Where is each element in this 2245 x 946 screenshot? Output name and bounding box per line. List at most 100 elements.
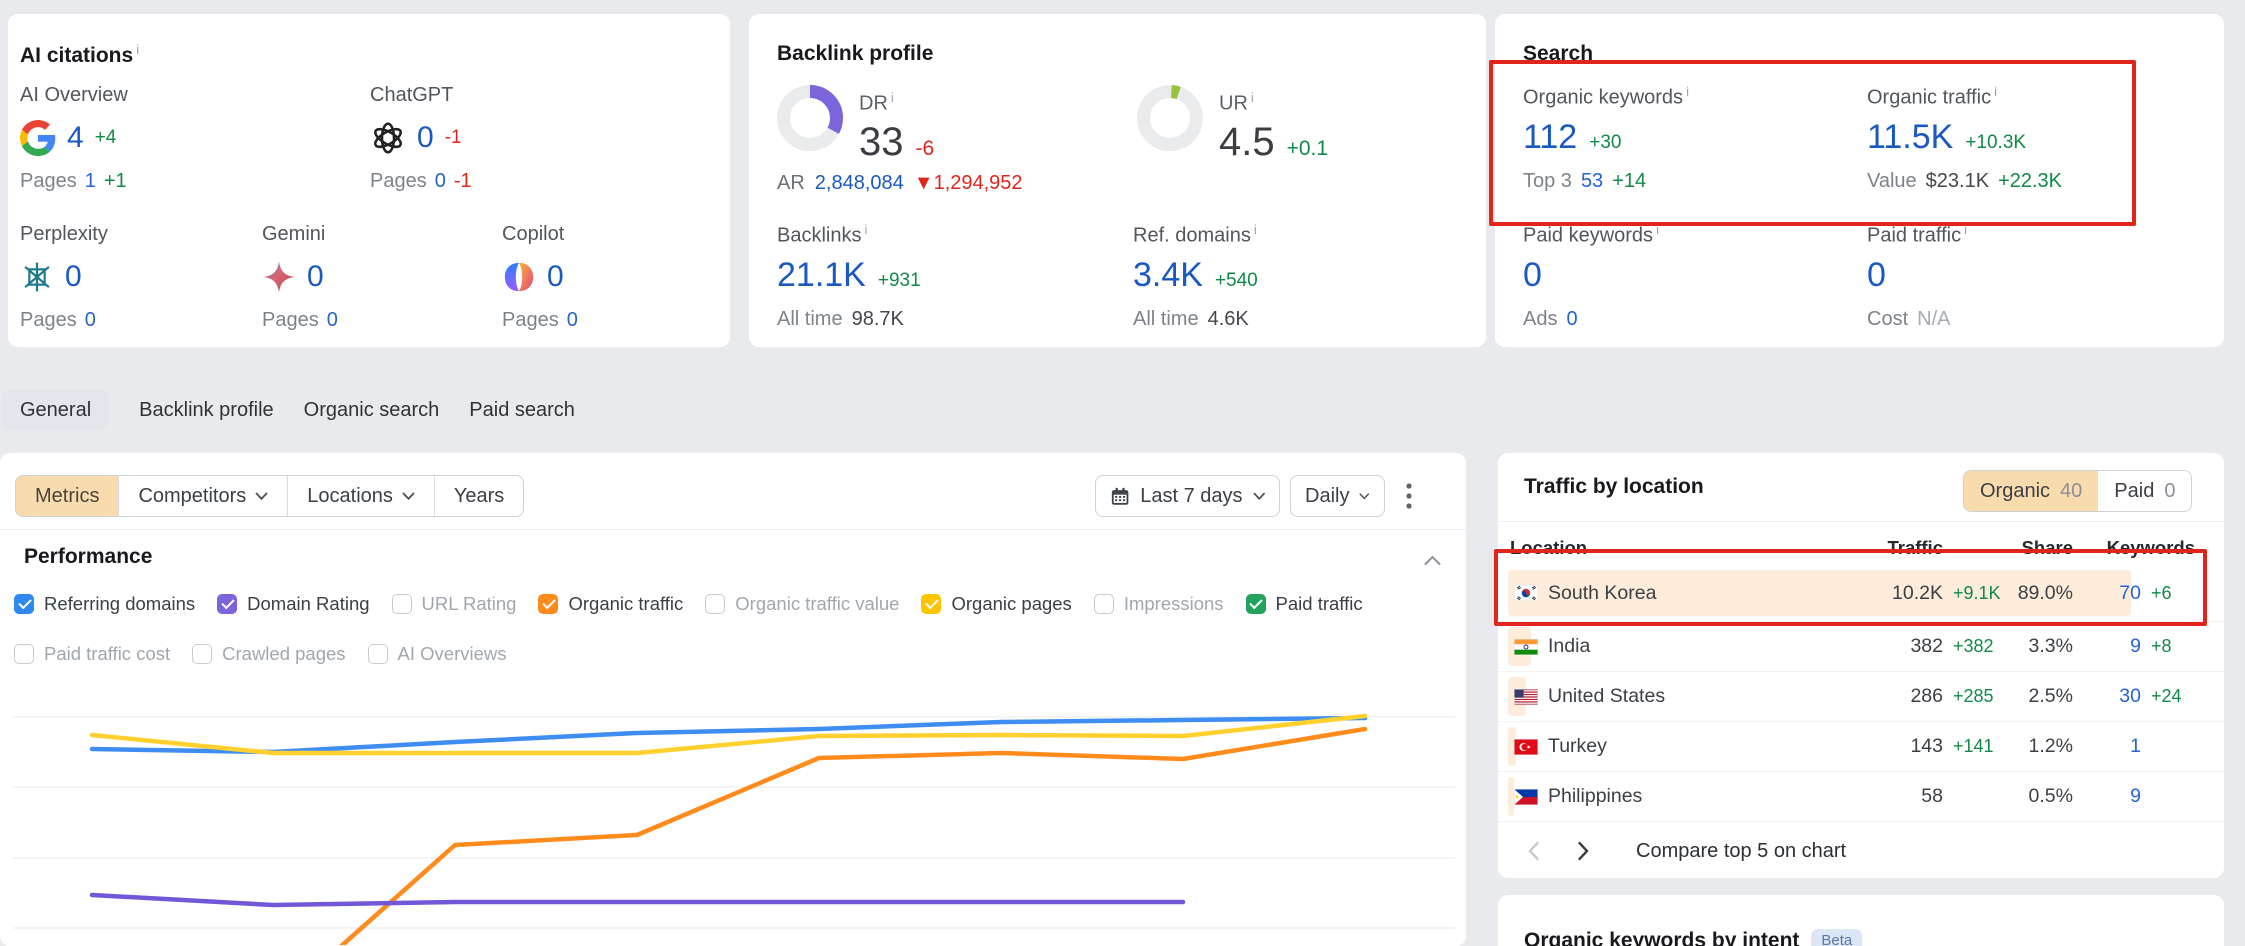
collapse-chevron-up-icon[interactable] xyxy=(1424,553,1441,571)
checkbox-icon[interactable] xyxy=(14,644,34,664)
granularity-button[interactable]: Daily xyxy=(1290,475,1385,517)
location-row-united-states[interactable]: United States286+2852.5%30+24 xyxy=(1498,672,2224,722)
traffic-value: 58 xyxy=(1883,785,1943,808)
pages-value[interactable]: 1 xyxy=(85,170,96,193)
date-range-button[interactable]: Last 7 days xyxy=(1095,475,1280,517)
metric-checkbox-domain-rating[interactable]: Domain Rating xyxy=(217,593,369,615)
performance-line-chart[interactable] xyxy=(0,681,1466,945)
location-row-turkey[interactable]: Turkey143+1411.2%1 xyxy=(1498,722,2224,772)
location-name: India xyxy=(1548,635,1590,658)
info-icon[interactable]: i xyxy=(1251,90,1254,105)
ai-overview-value[interactable]: 4 xyxy=(67,121,84,155)
pages-value[interactable]: 0 xyxy=(85,309,96,332)
tab-organic-search[interactable]: Organic search xyxy=(304,390,440,430)
metric-checkbox-organic-traffic[interactable]: Organic traffic xyxy=(538,593,683,615)
metric-checkbox-organic-traffic-value[interactable]: Organic traffic value xyxy=(705,593,899,615)
organic-traffic-value[interactable]: 11.5K xyxy=(1867,118,1953,157)
info-icon[interactable]: i xyxy=(1254,222,1257,237)
checkbox-icon[interactable] xyxy=(192,644,212,664)
metric-checkbox-row-2: Paid traffic cost Crawled pages AI Overvie… xyxy=(14,643,507,665)
pages-label: Pages xyxy=(20,309,77,332)
checkbox-icon[interactable] xyxy=(217,594,237,614)
keywords-value[interactable]: 30 xyxy=(2073,685,2141,708)
copilot-value[interactable]: 0 xyxy=(547,260,564,294)
ar-value[interactable]: 2,848,084 xyxy=(815,172,904,195)
top3-delta: +14 xyxy=(1612,170,1646,193)
info-icon[interactable]: i xyxy=(1994,84,1997,99)
keywords-by-intent-title-text: Organic keywords by intent xyxy=(1524,929,1799,946)
segment-years[interactable]: Years xyxy=(434,476,523,516)
ref-domains-value[interactable]: 3.4K xyxy=(1133,256,1203,295)
next-page-icon[interactable] xyxy=(1570,838,1596,864)
ur-delta: +0.1 xyxy=(1287,137,1328,161)
pages-value[interactable]: 0 xyxy=(327,309,338,332)
chevron-down-icon xyxy=(1253,492,1266,501)
traffic-delta: +285 xyxy=(1943,686,2005,707)
location-row-india[interactable]: India382+3823.3%9+8 xyxy=(1498,622,2224,672)
info-icon[interactable]: i xyxy=(136,42,139,57)
checkbox-icon[interactable] xyxy=(392,594,412,614)
keywords-value[interactable]: 70 xyxy=(2073,582,2141,605)
kebab-menu-icon[interactable] xyxy=(1406,483,1412,514)
segment-metrics[interactable]: Metrics xyxy=(16,476,118,516)
toggle-organic[interactable]: Organic40 xyxy=(1964,471,2098,511)
backlinks-value[interactable]: 21.1K xyxy=(777,256,866,295)
metric-checkbox-crawled-pages[interactable]: Crawled pages xyxy=(192,643,345,665)
checkbox-icon[interactable] xyxy=(14,594,34,614)
checkbox-icon[interactable] xyxy=(1246,594,1266,614)
ads-value[interactable]: 0 xyxy=(1566,308,1577,331)
dr-label: DRi xyxy=(859,90,934,116)
metric-checkbox-paid-traffic-cost[interactable]: Paid traffic cost xyxy=(14,643,170,665)
info-icon[interactable]: i xyxy=(864,222,867,237)
top3-value[interactable]: 53 xyxy=(1581,170,1603,193)
segment-label: Competitors xyxy=(138,476,246,516)
pages-value[interactable]: 0 xyxy=(435,170,446,193)
metric-checkbox-ai-overviews[interactable]: AI Overviews xyxy=(368,643,507,665)
toggle-label: Paid xyxy=(2114,480,2154,503)
keywords-value[interactable]: 9 xyxy=(2073,785,2141,808)
ai-item-copilot: Copilot 0 Pages0 xyxy=(502,223,578,332)
paid-keywords-value[interactable]: 0 xyxy=(1523,256,1542,295)
ai-item-label: ChatGPT xyxy=(370,84,472,107)
metric-checkbox-referring-domains[interactable]: Referring domains xyxy=(14,593,195,615)
tab-general[interactable]: General xyxy=(2,390,109,430)
perplexity-value[interactable]: 0 xyxy=(65,260,82,294)
backlink-profile-card: Backlink profile DRi 33-6 AR 2,848,084 ▼… xyxy=(749,14,1486,347)
location-row-south-korea[interactable]: South Korea10.2K+9.1K89.0%70+6 xyxy=(1498,565,2224,622)
compare-top5-link[interactable]: Compare top 5 on chart xyxy=(1636,840,1846,863)
toggle-paid[interactable]: Paid0 xyxy=(2098,471,2191,511)
ref-domains-delta: +540 xyxy=(1215,270,1258,292)
info-icon[interactable]: i xyxy=(1964,222,1967,237)
prev-page-icon[interactable] xyxy=(1520,838,1546,864)
checkbox-icon[interactable] xyxy=(921,594,941,614)
metric-checkbox-paid-traffic[interactable]: Paid traffic xyxy=(1246,593,1363,615)
checkbox-icon[interactable] xyxy=(368,644,388,664)
tab-backlink-profile[interactable]: Backlink profile xyxy=(139,390,274,430)
metric-checkbox-organic-pages[interactable]: Organic pages xyxy=(921,593,1071,615)
keywords-value[interactable]: 9 xyxy=(2073,635,2141,658)
organic-keywords-value[interactable]: 112 xyxy=(1523,118,1577,157)
checkbox-icon[interactable] xyxy=(1094,594,1114,614)
share-value: 1.2% xyxy=(2005,735,2073,758)
pages-value[interactable]: 0 xyxy=(567,309,578,332)
calendar-icon xyxy=(1110,486,1130,507)
info-icon[interactable]: i xyxy=(891,90,894,105)
chatgpt-value[interactable]: 0 xyxy=(417,121,434,155)
info-icon[interactable]: i xyxy=(1656,222,1659,237)
checkbox-icon[interactable] xyxy=(538,594,558,614)
location-row-philippines[interactable]: Philippines580.5%9 xyxy=(1498,772,2224,822)
backlink-profile-title: Backlink profile xyxy=(777,42,933,66)
keywords-value[interactable]: 1 xyxy=(2073,735,2141,758)
segment-locations[interactable]: Locations xyxy=(287,476,434,516)
info-icon[interactable]: i xyxy=(1686,84,1689,99)
ai-item-perplexity: Perplexity 0 Pages0 xyxy=(20,223,108,332)
segment-competitors[interactable]: Competitors xyxy=(118,476,287,516)
gemini-icon xyxy=(262,260,296,294)
tab-paid-search[interactable]: Paid search xyxy=(469,390,575,430)
paid-traffic-value[interactable]: 0 xyxy=(1867,256,1886,295)
gemini-value[interactable]: 0 xyxy=(307,260,324,294)
checkbox-icon[interactable] xyxy=(705,594,725,614)
value-label: Value xyxy=(1867,170,1917,193)
metric-checkbox-url-rating[interactable]: URL Rating xyxy=(392,593,517,615)
metric-checkbox-impressions[interactable]: Impressions xyxy=(1094,593,1224,615)
